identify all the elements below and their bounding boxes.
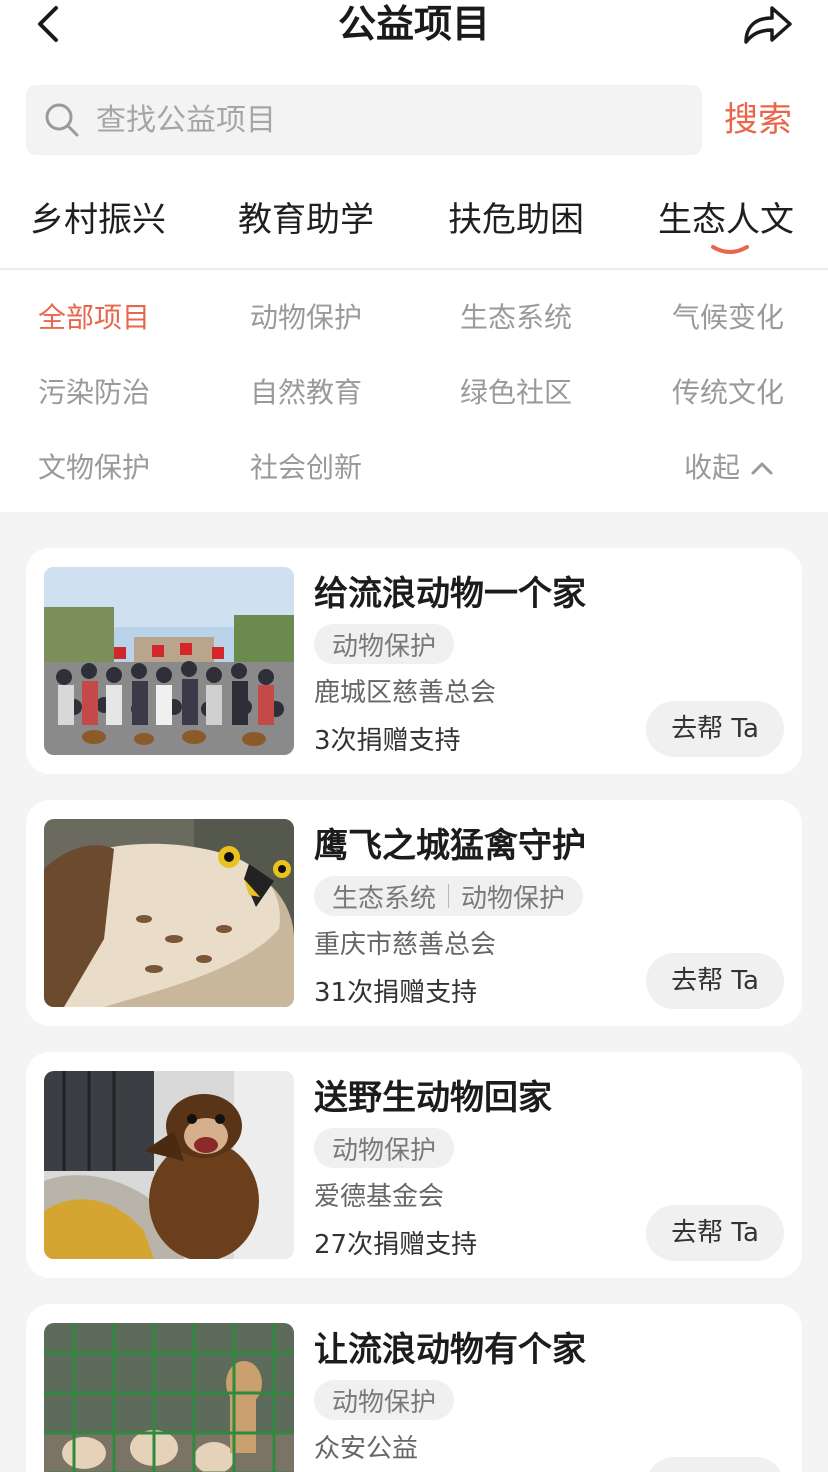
- project-image-weasel: [44, 1071, 294, 1259]
- filter-ecosystem[interactable]: 生态系统: [460, 298, 572, 338]
- tab-education[interactable]: 教育助学: [238, 196, 374, 244]
- filter-climate-change[interactable]: 气候变化: [672, 298, 784, 338]
- project-tag: 动物保护: [314, 1128, 455, 1168]
- filter-nature-education[interactable]: 自然教育: [250, 373, 362, 413]
- help-button[interactable]: [646, 1457, 784, 1472]
- divider: [0, 268, 828, 270]
- project-title: 给流浪动物一个家: [314, 574, 586, 614]
- filter-cultural-relics[interactable]: 文物保护: [38, 448, 150, 488]
- share-arrow-icon[interactable]: [740, 2, 794, 48]
- filter-traditional-culture[interactable]: 传统文化: [672, 373, 784, 413]
- project-organization: 重庆市慈善总会: [314, 930, 497, 960]
- tab-ecology-culture[interactable]: 生态人文: [658, 196, 794, 244]
- project-image-group-with-dogs: [44, 567, 294, 755]
- search-icon: [44, 102, 80, 138]
- project-card[interactable]: 送野生动物回家 动物保护 爱德基金会 27次捐赠支持 去帮 Ta: [26, 1052, 802, 1278]
- page-title: 公益项目: [337, 2, 490, 46]
- filter-animal-protection[interactable]: 动物保护: [250, 298, 362, 338]
- header-panel: 公益项目 搜索 乡村振兴 教育助学 扶危助困 生态人文 全部项目 动物保护 生态…: [0, 0, 828, 512]
- help-button[interactable]: 去帮 Ta: [646, 1205, 784, 1261]
- donation-count: 31次捐赠支持: [314, 978, 478, 1008]
- filter-pollution-control[interactable]: 污染防治: [38, 373, 150, 413]
- active-tab-indicator: [710, 242, 750, 256]
- tag-label: 生态系统: [332, 883, 437, 914]
- project-title: 鹰飞之城猛禽守护: [314, 826, 586, 866]
- tag-label: 动物保护: [332, 1135, 437, 1166]
- tab-poverty-relief[interactable]: 扶危助困: [448, 196, 584, 244]
- search-input[interactable]: [96, 85, 686, 155]
- chevron-up-icon: [751, 462, 773, 475]
- project-tag: 动物保护: [314, 1380, 455, 1420]
- tag-label: 动物保护: [461, 883, 566, 914]
- project-title: 送野生动物回家: [314, 1078, 552, 1118]
- filter-social-innovation[interactable]: 社会创新: [250, 448, 362, 488]
- search-bar: [26, 85, 702, 155]
- project-title: 让流浪动物有个家: [314, 1330, 586, 1370]
- help-button[interactable]: 去帮 Ta: [646, 953, 784, 1009]
- tag-label: 动物保护: [332, 1387, 437, 1418]
- collapse-label: 收起: [684, 451, 741, 484]
- filter-green-community[interactable]: 绿色社区: [460, 373, 572, 413]
- tag-label: 动物保护: [332, 631, 437, 662]
- project-card[interactable]: 给流浪动物一个家 动物保护 鹿城区慈善总会 3次捐赠支持 去帮 Ta: [26, 548, 802, 774]
- project-card[interactable]: 鹰飞之城猛禽守护 生态系统 动物保护 重庆市慈善总会 31次捐赠支持 去帮 Ta: [26, 800, 802, 1026]
- project-image-hawk: [44, 819, 294, 1007]
- project-organization: 众安公益: [314, 1434, 419, 1464]
- donation-count: 27次捐赠支持: [314, 1230, 478, 1260]
- project-organization: 鹿城区慈善总会: [314, 678, 497, 708]
- help-button[interactable]: 去帮 Ta: [646, 701, 784, 757]
- project-image-dogs-in-cage: [44, 1323, 294, 1472]
- project-organization: 爱德基金会: [314, 1182, 445, 1212]
- search-button[interactable]: 搜索: [724, 96, 792, 144]
- filter-all-projects[interactable]: 全部项目: [38, 298, 150, 338]
- tag-separator: [448, 884, 450, 908]
- donation-count: 3次捐赠支持: [314, 726, 461, 756]
- collapse-button[interactable]: 收起: [684, 448, 774, 488]
- project-tag: 动物保护: [314, 624, 455, 664]
- project-tags: 生态系统 动物保护: [314, 876, 584, 916]
- tab-rural-revitalization[interactable]: 乡村振兴: [30, 196, 166, 244]
- project-card[interactable]: 让流浪动物有个家 动物保护 众安公益: [26, 1304, 802, 1472]
- navigation-bar: 公益项目: [0, 0, 828, 56]
